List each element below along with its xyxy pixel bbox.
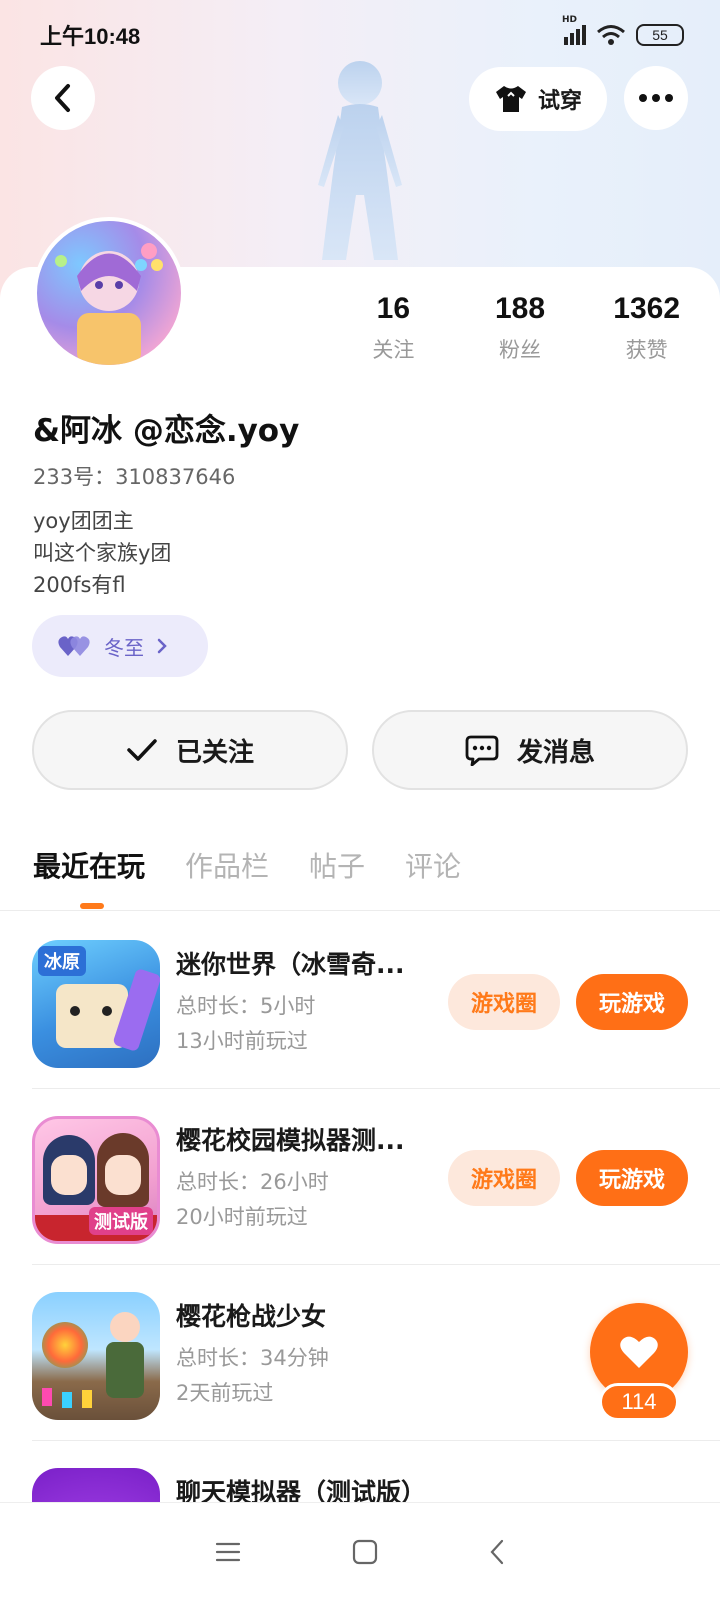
stat-label: 粉丝 bbox=[499, 338, 541, 362]
game-duration: 总时长：34分钟 bbox=[176, 1346, 329, 1370]
bio-line: 200fs有fl bbox=[33, 573, 126, 597]
more-options-button[interactable] bbox=[624, 66, 688, 130]
wifi-icon bbox=[597, 25, 625, 45]
family-chip[interactable]: 冬至 bbox=[32, 615, 208, 677]
back-triangle-icon[interactable] bbox=[488, 1538, 506, 1566]
stat-followers[interactable]: 188 粉丝 bbox=[457, 292, 584, 364]
stat-value: 16 bbox=[376, 292, 411, 325]
profile-tabs: 最近在玩 作品栏 帖子 评论 bbox=[33, 845, 461, 885]
stat-likes[interactable]: 1362 获赞 bbox=[583, 292, 710, 364]
system-navigation-bar bbox=[0, 1502, 720, 1600]
tab-posts[interactable]: 帖子 bbox=[309, 845, 365, 885]
checkmark-icon bbox=[127, 739, 157, 761]
following-button[interactable]: 已关注 bbox=[32, 710, 348, 790]
avatar-illustration bbox=[55, 243, 163, 365]
avatar[interactable] bbox=[33, 217, 185, 369]
signal-icon: HD bbox=[562, 15, 586, 45]
chevron-right-icon bbox=[157, 638, 167, 654]
profile-uid: 233号：310837646 bbox=[33, 465, 236, 489]
chevron-left-icon bbox=[55, 84, 70, 112]
like-count-badge: 114 bbox=[599, 1383, 679, 1421]
tab-works[interactable]: 作品栏 bbox=[185, 845, 269, 885]
play-game-button[interactable]: 玩游戏 bbox=[576, 1150, 688, 1206]
stat-value: 1362 bbox=[613, 292, 681, 325]
game-circle-button[interactable]: 游戏圈 bbox=[448, 974, 560, 1030]
game-duration: 总时长：26小时 bbox=[176, 1170, 329, 1194]
play-game-button[interactable]: 玩游戏 bbox=[576, 974, 688, 1030]
game-title: 樱花枪战少女 bbox=[176, 1302, 327, 1331]
bio-line: yoy团团主 bbox=[33, 509, 134, 533]
home-square-icon[interactable] bbox=[352, 1539, 378, 1565]
profile-bio: yoy团团主 叫这个家族y团 200fs有fl bbox=[33, 505, 171, 601]
active-tab-indicator bbox=[80, 903, 104, 909]
game-last-played: 13小时前玩过 bbox=[176, 1029, 308, 1053]
bio-line: 叫这个家族y团 bbox=[33, 541, 172, 565]
family-chip-label: 冬至 bbox=[104, 635, 144, 660]
following-label: 已关注 bbox=[175, 737, 254, 768]
double-heart-icon bbox=[58, 636, 90, 656]
game-title: 迷你世界（冰雪奇... bbox=[176, 950, 405, 979]
battery-indicator: 55 bbox=[636, 24, 684, 46]
game-circle-button[interactable]: 游戏圈 bbox=[448, 1150, 560, 1206]
send-message-label: 发消息 bbox=[516, 737, 595, 768]
game-icon-badge: 冰原 bbox=[38, 946, 86, 976]
system-icons: HD 55 bbox=[562, 15, 684, 46]
3d-avatar-figure bbox=[318, 61, 402, 260]
game-icon-sakura-school: 测试版 bbox=[32, 1116, 160, 1244]
chat-bubble-icon bbox=[465, 735, 499, 766]
status-bar: 上午10:48 HD 55 bbox=[0, 0, 720, 70]
heart-icon bbox=[620, 1336, 658, 1368]
network-type-label: HD bbox=[562, 15, 578, 25]
stat-following[interactable]: 16 关注 bbox=[330, 292, 457, 364]
tabs-divider bbox=[0, 910, 720, 911]
back-button[interactable] bbox=[31, 66, 95, 130]
menu-icon[interactable] bbox=[214, 1540, 242, 1564]
game-last-played: 2天前玩过 bbox=[176, 1381, 274, 1405]
status-time: 上午10:48 bbox=[40, 24, 141, 49]
game-last-played: 20小时前玩过 bbox=[176, 1205, 308, 1229]
game-icon-sakura-gun-girl bbox=[32, 1292, 160, 1420]
try-on-button[interactable]: 试穿 bbox=[469, 67, 607, 131]
stat-label: 获赞 bbox=[625, 338, 668, 362]
tab-comments[interactable]: 评论 bbox=[405, 845, 461, 885]
game-row[interactable]: 冰原 迷你世界（冰雪奇... 总时长：5小时 13小时前玩过 游戏圈 玩游戏 bbox=[0, 913, 720, 1089]
game-duration: 总时长：5小时 bbox=[176, 994, 316, 1018]
game-title: 樱花校园模拟器测... bbox=[176, 1126, 405, 1155]
stat-label: 关注 bbox=[372, 338, 415, 362]
profile-nickname: &阿冰 @恋念.yoy bbox=[33, 413, 300, 449]
profile-stats: 16 关注 188 粉丝 1362 获赞 bbox=[330, 292, 710, 364]
game-row[interactable]: 测试版 樱花校园模拟器测... 总时长：26小时 20小时前玩过 游戏圈 玩游戏 bbox=[0, 1089, 720, 1265]
game-icon-mini-world: 冰原 bbox=[32, 940, 160, 1068]
game-icon-badge: 测试版 bbox=[89, 1207, 153, 1235]
tab-recently-played[interactable]: 最近在玩 bbox=[33, 845, 145, 885]
send-message-button[interactable]: 发消息 bbox=[372, 710, 688, 790]
tshirt-icon bbox=[495, 86, 526, 112]
try-on-label: 试穿 bbox=[537, 89, 582, 114]
stat-value: 188 bbox=[494, 292, 546, 325]
more-dots-icon bbox=[639, 94, 673, 102]
